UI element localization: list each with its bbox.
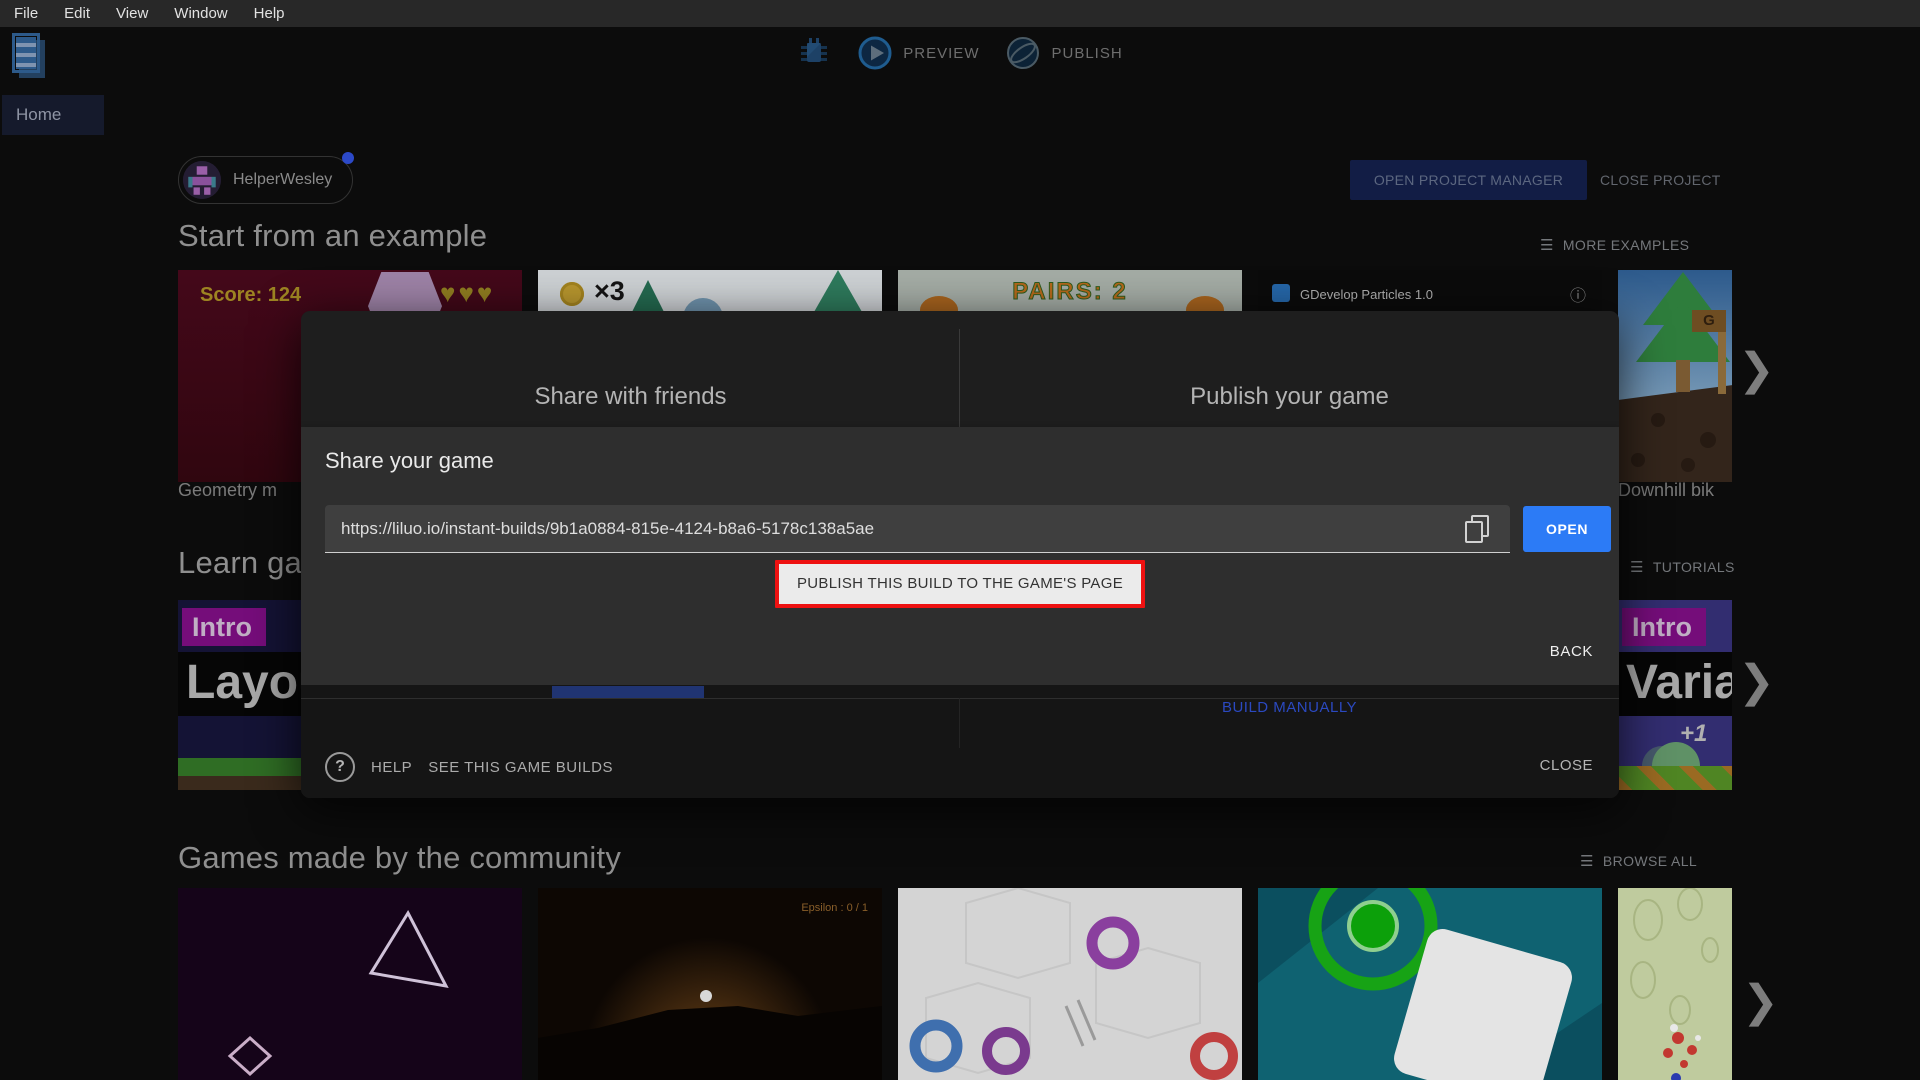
grass-strip xyxy=(1618,766,1732,790)
neon-shapes xyxy=(227,909,449,1077)
browse-all-label: BROWSE ALL xyxy=(1602,853,1698,869)
community-thumb-teal-abstract[interactable] xyxy=(1258,888,1602,1080)
tab-share-with-friends[interactable]: Share with friends xyxy=(301,311,960,427)
close-dialog-button[interactable]: CLOSE xyxy=(1540,757,1593,774)
publish-label: PUBLISH xyxy=(1051,44,1123,62)
epsilon-status: Epsilon : 0 / 1 xyxy=(801,902,868,914)
menu-help[interactable]: Help xyxy=(254,5,285,22)
close-project-button[interactable]: CLOSE PROJECT xyxy=(1600,172,1721,188)
community-next-chevron-icon[interactable]: ❯ xyxy=(1742,980,1779,1024)
browse-all-button[interactable]: ☰ BROWSE ALL xyxy=(1580,852,1697,870)
share-dialog: Share with friends Publish your game Sha… xyxy=(301,311,1619,798)
list-icon: ☰ xyxy=(1540,237,1554,254)
example-caption-downhill: Downhill bik xyxy=(1618,480,1715,500)
back-button[interactable]: BACK xyxy=(1550,643,1593,660)
community-section-title: Games made by the community xyxy=(178,840,622,875)
app-window: File Edit View Window Help PREVIEW PUBLI… xyxy=(0,0,1920,1080)
globe-icon xyxy=(1007,37,1040,69)
tab-home[interactable]: Home xyxy=(2,95,104,135)
intro-badge: Intro xyxy=(182,608,266,646)
more-examples-button[interactable]: ☰ MORE EXAMPLES xyxy=(1540,236,1689,254)
profile-chip[interactable]: HelperWesley xyxy=(178,152,355,204)
publish-build-row: PUBLISH THIS BUILD TO THE GAME'S PAGE xyxy=(301,560,1619,608)
score-label: Score: 124 xyxy=(200,284,302,306)
intro-badge: Intro xyxy=(1622,608,1706,646)
teal-abstract xyxy=(1258,888,1602,1080)
toolbar: PREVIEW PUBLISH xyxy=(0,30,1920,76)
menu-view[interactable]: View xyxy=(116,5,148,22)
highlight-ring: PUBLISH THIS BUILD TO THE GAME'S PAGE xyxy=(775,560,1145,608)
publish-build-button[interactable]: PUBLISH THIS BUILD TO THE GAME'S PAGE xyxy=(779,564,1141,604)
learn-next-chevron-icon[interactable]: ❯ xyxy=(1738,660,1775,704)
cells-pattern xyxy=(1630,888,1719,1080)
menu-edit[interactable]: Edit xyxy=(64,5,90,22)
community-carousel: Epsilon : 0 / 1 xyxy=(178,888,1732,1080)
publish-button[interactable]: PUBLISH xyxy=(1005,35,1122,71)
tab-divider xyxy=(959,329,960,427)
play-icon xyxy=(858,36,892,70)
tab-indicator xyxy=(552,686,704,698)
community-thumb-epsilon[interactable]: Epsilon : 0 / 1 xyxy=(538,888,882,1080)
copy-icon[interactable] xyxy=(1465,515,1491,543)
avatar xyxy=(183,161,221,199)
menu-window[interactable]: Window xyxy=(174,5,227,22)
coin-icon xyxy=(560,282,584,306)
tutorials-label: TUTORIALS xyxy=(1652,559,1735,575)
more-examples-label: MORE EXAMPLES xyxy=(1562,237,1690,253)
list-icon: ☰ xyxy=(1630,559,1644,576)
player-ball xyxy=(700,990,712,1002)
community-thumb-neon-shapes[interactable] xyxy=(178,888,522,1080)
copy-icon-front xyxy=(1465,521,1483,543)
preview-label: PREVIEW xyxy=(903,44,980,62)
example-thumb-downhill-bike[interactable]: G xyxy=(1618,270,1732,482)
share-panel: Share your game OPEN PUBLISH THIS BUILD … xyxy=(301,427,1619,685)
help-button[interactable]: HELP xyxy=(371,759,412,776)
hearts-icons: ♥♥♥ xyxy=(440,278,496,308)
community-thumb-cells[interactable] xyxy=(1618,888,1732,1080)
debug-icon[interactable] xyxy=(797,34,831,73)
hex-rings xyxy=(909,888,1238,1080)
dialog-footer: ? HELP SEE THIS GAME BUILDS xyxy=(325,747,613,787)
share-panel-title: Share your game xyxy=(325,448,494,473)
tab-publish-your-game[interactable]: Publish your game xyxy=(960,311,1619,427)
open-project-manager-button[interactable]: OPEN PROJECT MANAGER xyxy=(1350,160,1587,200)
community-thumb-hex-rings[interactable] xyxy=(898,888,1242,1080)
tutorial-word: Variab xyxy=(1618,652,1732,716)
notification-dot xyxy=(342,152,355,164)
dialog-tabs: Share with friends Publish your game xyxy=(301,311,1619,427)
downhill-scene xyxy=(1618,272,1732,482)
sign-flag: G xyxy=(1692,310,1726,332)
username-label: HelperWesley xyxy=(233,171,333,188)
menu-file[interactable]: File xyxy=(14,5,38,22)
examples-section-title: Start from an example xyxy=(178,218,488,253)
examples-next-chevron-icon[interactable]: ❯ xyxy=(1738,348,1775,392)
menu-bar: File Edit View Window Help xyxy=(0,0,1920,27)
ground-silhouette xyxy=(538,1006,882,1080)
tutorial-thumb-variables[interactable]: Intro Variab +1 xyxy=(1618,600,1732,790)
example-caption-geometry: Geometry m xyxy=(178,480,278,500)
tutorials-button[interactable]: ☰ TUTORIALS xyxy=(1630,558,1735,576)
coin-multiplier: ×3 xyxy=(594,276,625,306)
gdevelop-logo xyxy=(1272,284,1290,302)
learn-section-title: Learn ga xyxy=(178,545,302,580)
dialog-lower-area: BUILD MANUALLY ? HELP SEE THIS GAME BUIL… xyxy=(301,685,1619,798)
build-manually-button[interactable]: BUILD MANUALLY xyxy=(960,699,1619,716)
build-url-input[interactable] xyxy=(325,505,1510,553)
info-icon: ⓘ xyxy=(1569,288,1586,305)
particles-title: GDevelop Particles 1.0 xyxy=(1300,287,1433,302)
preview-button[interactable]: PREVIEW xyxy=(857,35,979,71)
help-icon: ? xyxy=(325,752,355,782)
list-icon: ☰ xyxy=(1580,853,1594,870)
open-url-button[interactable]: OPEN xyxy=(1523,506,1611,552)
see-builds-button[interactable]: SEE THIS GAME BUILDS xyxy=(428,759,613,776)
